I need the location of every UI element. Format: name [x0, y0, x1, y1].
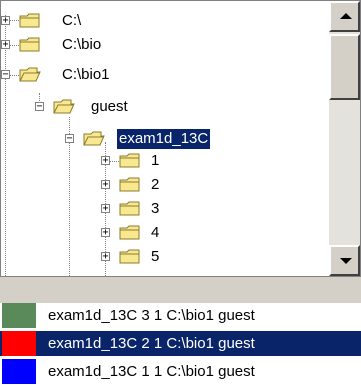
dataset-list[interactable]: exam1d_13C 3 1 C:\bio1 guest exam1d_13C … [0, 303, 361, 385]
folder-icon [119, 249, 140, 264]
expand-toggle[interactable]: + [101, 252, 110, 262]
scroll-down-button[interactable] [329, 245, 360, 276]
list-item[interactable]: exam1d_13C 3 1 C:\bio1 guest [0, 303, 361, 328]
expand-toggle[interactable]: + [1, 16, 10, 26]
tree-node-exam1d-13c[interactable]: − exam1d_13C [65, 129, 305, 149]
tree-node-label: 1 [151, 152, 160, 169]
tree-node-label-selected: exam1d_13C [117, 129, 211, 149]
folder-icon [119, 177, 140, 192]
tree-node-label: 2 [151, 176, 160, 193]
tree-node-5[interactable]: + 5 [101, 247, 221, 267]
list-item-text: exam1d_13C 2 1 C:\bio1 guest [48, 335, 255, 352]
collapse-toggle[interactable]: − [65, 134, 74, 144]
tree-node-guest[interactable]: − guest [35, 97, 185, 117]
tree-node-c-bio[interactable]: + C:\bio [1, 35, 141, 55]
open-folder-icon [83, 131, 105, 146]
color-swatch [2, 303, 36, 328]
list-item-selected[interactable]: exam1d_13C 2 1 C:\bio1 guest [0, 331, 361, 356]
tree-connector [5, 75, 6, 276]
tree-node-label: C:\bio [62, 36, 102, 53]
tree-node-3[interactable]: + 3 [101, 199, 221, 219]
tree-node-label: C:\ [62, 12, 82, 29]
collapse-toggle[interactable]: − [35, 102, 44, 112]
list-item-text: exam1d_13C 1 1 C:\bio1 guest [48, 363, 255, 380]
tree-connector [10, 20, 19, 21]
folder-icon [19, 37, 40, 52]
expand-toggle[interactable]: + [101, 228, 110, 238]
list-item-text: exam1d_13C 3 1 C:\bio1 guest [48, 307, 255, 324]
scroll-up-button[interactable] [329, 1, 360, 32]
arrow-down-icon [340, 258, 352, 264]
tree-scrollbar[interactable] [329, 1, 360, 276]
tree-node-4[interactable]: + 4 [101, 223, 221, 243]
tree-node-c-bio1[interactable]: − C:\bio1 [1, 65, 151, 85]
expand-toggle[interactable]: + [101, 156, 110, 166]
tree-node-2[interactable]: + 2 [101, 175, 221, 195]
list-item[interactable]: exam1d_13C 1 1 C:\bio1 guest [0, 359, 361, 384]
tree-node-label: guest [91, 98, 128, 115]
tree-connector [10, 75, 19, 76]
tree-connector [10, 45, 19, 46]
tree-node-c-root[interactable]: + C:\ [1, 11, 121, 31]
arrow-up-icon [340, 13, 352, 19]
tree-node-label: 5 [151, 248, 160, 265]
tree-node-1[interactable]: + 1 [101, 151, 221, 171]
folder-icon [19, 13, 40, 28]
scroll-thumb[interactable] [329, 34, 360, 100]
tree-node-label: C:\bio1 [62, 66, 110, 83]
expand-toggle[interactable]: + [1, 40, 10, 50]
expand-toggle[interactable]: + [101, 180, 110, 190]
folder-icon [119, 153, 140, 168]
tree-node-label: 3 [151, 200, 160, 217]
collapse-toggle[interactable]: − [1, 70, 10, 80]
folder-tree[interactable]: + C:\ + C:\bio − C:\bio1 − guest − exam1… [0, 0, 361, 277]
tree-node-label: 4 [151, 224, 160, 241]
tree-connector [110, 161, 119, 162]
folder-icon [119, 225, 140, 240]
open-folder-icon [19, 67, 41, 82]
expand-toggle[interactable]: + [101, 204, 110, 214]
color-swatch [2, 359, 36, 384]
open-folder-icon [53, 99, 75, 114]
color-swatch [2, 331, 36, 356]
folder-icon [119, 201, 140, 216]
